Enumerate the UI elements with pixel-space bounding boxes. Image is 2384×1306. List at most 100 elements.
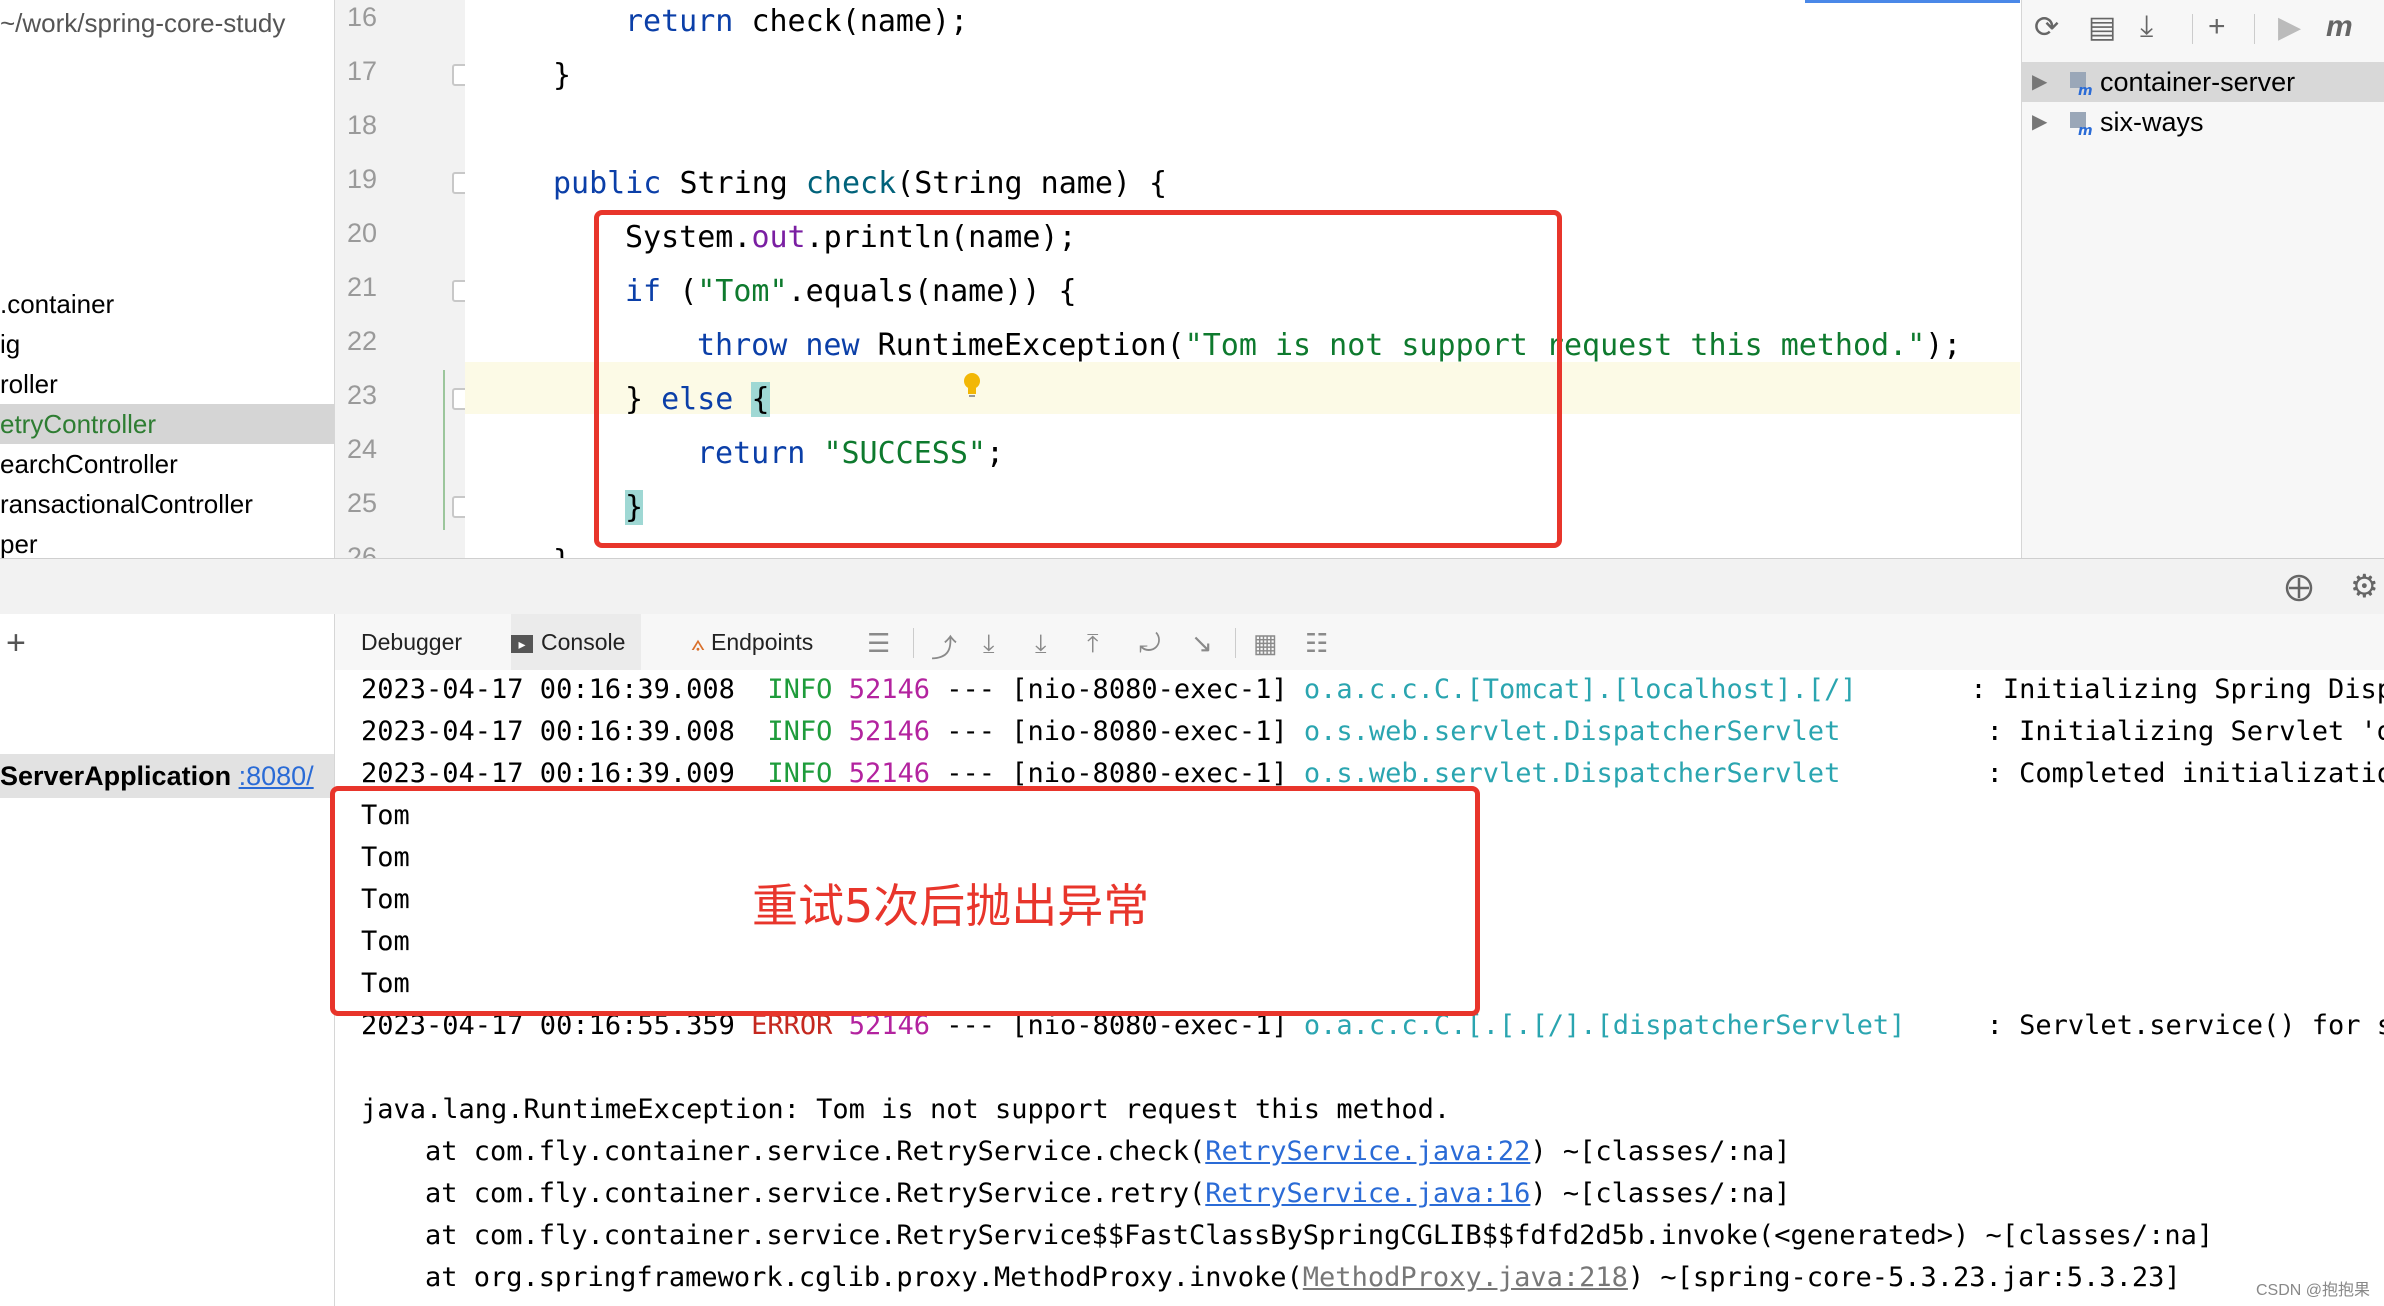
line-number: 18 [347,110,378,140]
step-out-icon[interactable]: ⤒ [1087,628,1099,660]
maven-module-icon: m [2070,72,2093,96]
watermark: CSDN @抱抱果 [2255,1282,2370,1299]
fold-marker-icon[interactable] [452,388,465,410]
add-icon[interactable]: + [2208,10,2226,44]
tree-item[interactable]: earchController [0,444,334,484]
show-execution-point-icon[interactable]: ⤴ [931,628,957,665]
log-logger: o.s.web.servlet.DispatcherServlet [1303,758,1841,789]
add-folder-icon[interactable]: ▤ [2088,10,2116,45]
evaluate-icon[interactable]: ▦ [1253,628,1278,659]
fold-marker-icon[interactable] [452,64,465,86]
tree-item[interactable]: per [0,524,334,558]
maven-project-label: container-server [2100,67,2296,97]
expand-triangle-icon[interactable]: ▶ [2032,62,2047,102]
code-line-19: public String check(String name) { [553,164,1167,204]
line-number: 16 [347,2,378,32]
editor-gutter: 16 17 18 19 20 21 22 23 24 25 26 [335,0,465,558]
stack-frame: at com.fly.container.service.RetryServic… [425,1134,1790,1170]
line-number: 24 [347,434,378,464]
svg-text:m: m [2078,123,2093,136]
tree-item[interactable]: ransactionalController [0,484,334,524]
run-icon[interactable]: ▶ [2278,10,2301,45]
stack-text: at com.fly.container.service.RetryServic… [425,1136,1206,1167]
tree-item-label: per [0,529,38,558]
maven-panel: ⟳ ▤ ⤓ + ▶ m ▶ m container-server ▶ m six… [2021,0,2384,558]
stack-frame: at com.fly.container.service.RetryServic… [425,1176,1790,1212]
stack-text: at org.springframework.cglib.proxy.Metho… [425,1262,1303,1293]
log-timestamp: 2023-04-17 00:16:39.008 [361,716,735,747]
tab-endpoints[interactable]: ⟑ Endpoints [691,614,851,670]
stack-text: ) ~[spring-core-5.3.23.jar:5.3.23] [1627,1262,2181,1293]
line-number: 26 [347,542,378,558]
exception-line: java.lang.RuntimeException: Tom is not s… [361,1094,1451,1125]
expand-triangle-icon[interactable]: ▶ [2032,102,2047,142]
tree-item-label: roller [0,369,58,399]
log-message: Completed initialization i [2019,758,2384,789]
maven-project-label: six-ways [2100,107,2204,137]
stack-frame: at com.fly.container.service.RetryServic… [425,1218,2213,1254]
stack-text: at com.fly.container.service.RetryServic… [425,1178,1206,1209]
code-line-16: return check(name); [625,2,968,42]
tree-item[interactable]: .container [0,284,334,324]
log-separator: --- [946,716,996,747]
stack-text: ) ~[classes/:na] [1530,1136,1791,1167]
code-line-26: } [553,542,571,558]
session-port-link[interactable]: :8080/ [239,761,314,791]
log-message: Servlet.service() for serv [2019,1010,2384,1041]
line-number: 17 [347,56,378,86]
tab-debugger[interactable]: Debugger [361,614,462,670]
run-to-cursor-icon[interactable]: ↘ [1191,628,1213,659]
stack-text: ) ~[classes/:na] [1530,1178,1791,1209]
source-link[interactable]: RetryService.java:22 [1205,1136,1530,1167]
log-level: INFO [767,674,833,705]
maven-project-item[interactable]: ▶ m six-ways [2022,102,2384,142]
line-number: 25 [347,488,378,518]
tab-console[interactable]: ▸ Console [511,614,641,670]
log-separator: : [1970,674,1987,705]
active-tab-indicator [1805,0,2020,3]
step-over-icon[interactable]: ⤓ [983,628,995,660]
tree-item-label: ransactionalController [0,489,253,519]
tab-label: Endpoints [710,629,814,655]
keyword: public [553,166,662,201]
reload-icon[interactable]: ⟳ [2034,10,2059,45]
gear-icon[interactable]: ⚙ [2350,567,2379,605]
source-link[interactable]: MethodProxy.java:218 [1303,1262,1628,1293]
change-marker [443,370,445,530]
log-message: Initializing Spring Dispat [2002,674,2384,705]
tree-item-label: etryController [0,409,157,439]
step-into-icon[interactable]: ⤓ [1035,628,1047,660]
tree-item[interactable]: roller [0,364,334,404]
log-thread: [nio-8080-exec-1] [1011,716,1288,747]
trace-icon[interactable]: ☷ [1305,628,1328,659]
tool-window-header: ⚙ [0,558,2384,616]
log-pid: 52146 [848,716,930,747]
fold-marker-icon[interactable] [452,496,465,518]
source-link[interactable]: RetryService.java:16 [1205,1178,1530,1209]
fold-marker-icon[interactable] [452,172,465,194]
code-text: ); [1925,328,1962,363]
add-session-icon[interactable]: + [6,624,26,663]
line-number: 22 [347,326,378,356]
tree-item[interactable]: ig [0,324,334,364]
log-separator: --- [946,758,996,789]
crosshair-icon[interactable] [2284,573,2314,603]
log-level: INFO [767,758,833,789]
code-text: } [553,544,571,558]
stack-frame: at org.springframework.cglib.proxy.Metho… [425,1260,2181,1296]
code-text: check(name); [751,4,969,39]
tree-item-label: ig [0,329,21,359]
maven-project-item[interactable]: ▶ m container-server [2022,62,2384,102]
debug-session-item[interactable]: ServerApplication :8080/ [0,754,334,798]
log-line: 2023-04-17 00:16:39.008 INFO 52146 --- [… [361,672,2384,708]
tree-item-selected[interactable]: etryController [0,404,334,444]
annotation-text: 重试5次后抛出异常 [752,879,1150,933]
debug-tabs-bar: Debugger ▸ Console ⟑ Endpoints ☰ ⤴ ⤓ ⤓ ⤒ ⤾… [335,614,2384,671]
log-pid: 52146 [848,758,930,789]
download-icon[interactable]: ⤓ [2140,10,2153,44]
maven-goal-icon[interactable]: m [2326,10,2353,44]
drop-frame-icon[interactable]: ⤾ [1139,628,1161,660]
fold-marker-icon[interactable] [452,280,465,302]
menu-icon[interactable]: ☰ [867,628,890,659]
log-separator: : [1986,758,2003,789]
